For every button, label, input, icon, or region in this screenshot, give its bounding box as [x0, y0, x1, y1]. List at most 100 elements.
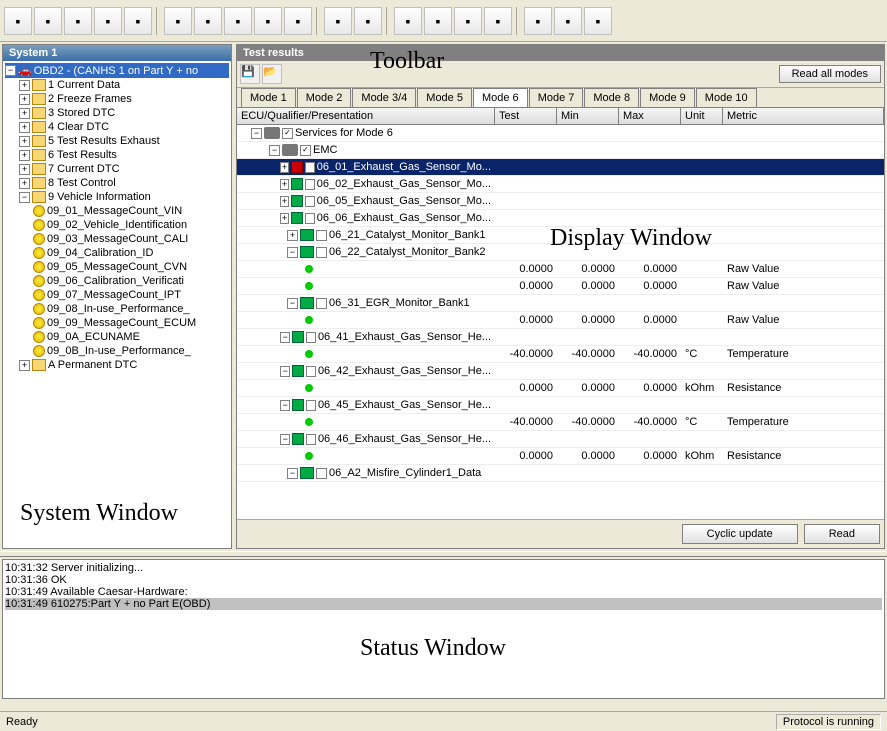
tab-mode 1[interactable]: Mode 1: [241, 88, 296, 107]
read-button[interactable]: Read: [804, 524, 880, 544]
vehicle-icon[interactable]: ▪: [34, 7, 62, 35]
checkbox[interactable]: [316, 230, 327, 241]
col-header[interactable]: Metric: [723, 108, 884, 124]
pkg-icon[interactable]: ▪: [454, 7, 482, 35]
grid-icon[interactable]: ▪: [424, 7, 452, 35]
multi-icon[interactable]: ▪: [254, 7, 282, 35]
expander-icon[interactable]: +: [280, 179, 290, 190]
col-header[interactable]: Unit: [681, 108, 723, 124]
bars2-icon[interactable]: ▪: [554, 7, 582, 35]
tab-mode 2[interactable]: Mode 2: [297, 88, 352, 107]
grid-row[interactable]: −06_42_Exhaust_Gas_Sensor_He...: [237, 363, 884, 380]
tab-mode 5[interactable]: Mode 5: [417, 88, 472, 107]
checkbox[interactable]: [305, 179, 315, 190]
tab-mode 7[interactable]: Mode 7: [529, 88, 584, 107]
tree-leaf[interactable]: 09_06_Calibration_Verificati: [5, 274, 229, 288]
bars-icon[interactable]: ▪: [324, 7, 352, 35]
grid-row[interactable]: 0.0000 0.0000 0.0000 Raw Value: [237, 261, 884, 278]
col-header[interactable]: Min: [557, 108, 619, 124]
grid-row[interactable]: +06_01_Exhaust_Gas_Sensor_Mo...: [237, 159, 884, 176]
expander-icon[interactable]: −: [287, 468, 298, 479]
car-icon[interactable]: ▪: [124, 7, 152, 35]
tab-mode 10[interactable]: Mode 10: [696, 88, 757, 107]
expander-icon[interactable]: −: [280, 400, 290, 411]
checkbox[interactable]: [306, 366, 316, 377]
checkbox[interactable]: [316, 247, 327, 258]
checkbox[interactable]: [316, 468, 327, 479]
grid-row[interactable]: +06_21_Catalyst_Monitor_Bank1: [237, 227, 884, 244]
tree-leaf[interactable]: 09_07_MessageCount_IPT: [5, 288, 229, 302]
checkbox[interactable]: [305, 213, 315, 224]
tree-leaf[interactable]: 09_0A_ECUNAME: [5, 330, 229, 344]
tree-root[interactable]: −🚗OBD2 - (CANHS 1 on Part Y + no: [5, 63, 229, 78]
wand-icon[interactable]: ▪: [354, 7, 382, 35]
checkbox[interactable]: [306, 332, 316, 343]
tab-mode 9[interactable]: Mode 9: [640, 88, 695, 107]
expander-icon[interactable]: −: [280, 332, 290, 343]
grid-row[interactable]: −06_41_Exhaust_Gas_Sensor_He...: [237, 329, 884, 346]
doc-icon[interactable]: ▪: [394, 7, 422, 35]
checkbox[interactable]: [282, 128, 293, 139]
grid-row[interactable]: −06_A2_Misfire_Cylinder1_Data: [237, 465, 884, 482]
tree-item[interactable]: +1 Current Data: [5, 78, 229, 92]
tree-leaf[interactable]: 09_0B_In-use_Performance_: [5, 344, 229, 358]
tree-item[interactable]: +6 Test Results: [5, 148, 229, 162]
expander-icon[interactable]: −: [287, 247, 298, 258]
expander-icon[interactable]: −: [280, 366, 290, 377]
tree-item[interactable]: +3 Stored DTC: [5, 106, 229, 120]
grid-row[interactable]: −06_22_Catalyst_Monitor_Bank2: [237, 244, 884, 261]
cross-icon[interactable]: ▪: [584, 7, 612, 35]
save-icon[interactable]: 💾: [240, 64, 260, 84]
horizontal-splitter[interactable]: [0, 551, 887, 557]
grid-row[interactable]: 0.0000 0.0000 0.0000 Raw Value: [237, 278, 884, 295]
grid-row[interactable]: +06_02_Exhaust_Gas_Sensor_Mo...: [237, 176, 884, 193]
grid-row[interactable]: −06_31_EGR_Monitor_Bank1: [237, 295, 884, 312]
checkbox[interactable]: [300, 145, 311, 156]
tree-leaf[interactable]: 09_03_MessageCount_CALI: [5, 232, 229, 246]
sheet-icon[interactable]: ▪: [164, 7, 192, 35]
tools-icon[interactable]: ▪: [484, 7, 512, 35]
col-header[interactable]: ECU/Qualifier/Presentation: [237, 108, 495, 124]
grid-row[interactable]: 0.0000 0.0000 0.0000 kOhm Resistance: [237, 380, 884, 397]
tab-mode 3/4[interactable]: Mode 3/4: [352, 88, 416, 107]
expander-icon[interactable]: +: [280, 196, 290, 207]
tree-item[interactable]: +7 Current DTC: [5, 162, 229, 176]
grid-row[interactable]: −Services for Mode 6: [237, 125, 884, 142]
checkbox[interactable]: [305, 196, 315, 207]
cyclic-update-button[interactable]: Cyclic update: [682, 524, 798, 544]
grid-row[interactable]: -40.0000 -40.0000 -40.0000 °C Temperatur…: [237, 346, 884, 363]
tree-leaf[interactable]: 09_09_MessageCount_ECUM: [5, 316, 229, 330]
expander-icon[interactable]: −: [287, 298, 298, 309]
form-icon[interactable]: ▪: [224, 7, 252, 35]
read-all-button[interactable]: Read all modes: [779, 65, 881, 83]
grid-row[interactable]: +06_06_Exhaust_Gas_Sensor_Mo...: [237, 210, 884, 227]
expander-icon[interactable]: +: [287, 230, 298, 241]
tree-item[interactable]: +4 Clear DTC: [5, 120, 229, 134]
open-icon[interactable]: 📂: [262, 64, 282, 84]
expander-icon[interactable]: −: [269, 145, 280, 156]
eye-icon[interactable]: ▪: [284, 7, 312, 35]
open-icon[interactable]: ▪: [4, 7, 32, 35]
grid-row[interactable]: −06_46_Exhaust_Gas_Sensor_He...: [237, 431, 884, 448]
checkbox[interactable]: [305, 162, 315, 173]
grid-row[interactable]: +06_05_Exhaust_Gas_Sensor_Mo...: [237, 193, 884, 210]
expander-icon[interactable]: −: [251, 128, 262, 139]
grid-row[interactable]: −06_45_Exhaust_Gas_Sensor_He...: [237, 397, 884, 414]
expander-icon[interactable]: −: [280, 434, 290, 445]
tab-mode 8[interactable]: Mode 8: [584, 88, 639, 107]
grid-body[interactable]: −Services for Mode 6 −EMC +06_01_Exhaust…: [237, 125, 884, 519]
checkbox[interactable]: [316, 298, 327, 309]
tree-leaf[interactable]: 09_05_MessageCount_CVN: [5, 260, 229, 274]
tab-mode 6[interactable]: Mode 6: [473, 88, 528, 107]
grid-row[interactable]: 0.0000 0.0000 0.0000 Raw Value: [237, 312, 884, 329]
grid-row[interactable]: −EMC: [237, 142, 884, 159]
tree-leaf[interactable]: 09_02_Vehicle_Identification: [5, 218, 229, 232]
refresh-icon[interactable]: ▪: [64, 7, 92, 35]
tree-item[interactable]: −9 Vehicle Information: [5, 190, 229, 204]
grid-row[interactable]: 0.0000 0.0000 0.0000 kOhm Resistance: [237, 448, 884, 465]
tree-leaf[interactable]: 09_04_Calibration_ID: [5, 246, 229, 260]
tree-item[interactable]: +A Permanent DTC: [5, 358, 229, 372]
grid-row[interactable]: -40.0000 -40.0000 -40.0000 °C Temperatur…: [237, 414, 884, 431]
status-window[interactable]: 10:31:32 Server initializing...10:31:36 …: [2, 559, 885, 699]
search-icon[interactable]: ▪: [524, 7, 552, 35]
